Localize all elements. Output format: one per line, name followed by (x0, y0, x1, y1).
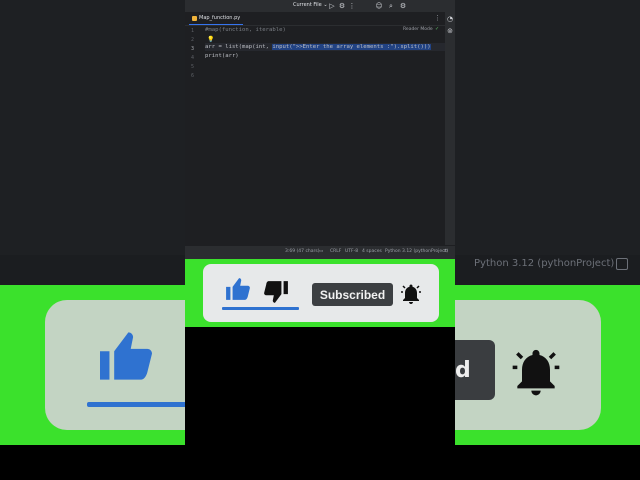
more-icon[interactable]: ⋮ (348, 2, 356, 10)
line-ending[interactable]: CRLF (330, 249, 341, 254)
line-number: 2 (191, 37, 195, 43)
status-bar: 3:69 (47 chars) ▭ CRLF UTF-8 4 spaces Py… (185, 245, 455, 259)
bg-left-panel (0, 0, 185, 255)
run-icon[interactable]: ▷ (328, 2, 336, 10)
bg-right-panel (455, 0, 640, 255)
file-encoding[interactable]: UTF-8 (345, 249, 358, 254)
indent-setting[interactable]: 4 spaces (362, 249, 382, 254)
plugins-icon[interactable]: ⊚ (446, 27, 454, 35)
settings-icon[interactable]: ⚙ (399, 2, 407, 10)
thumbs-up-icon[interactable] (225, 277, 251, 301)
subscribed-button[interactable]: Subscribed (312, 283, 393, 306)
notifications-icon[interactable]: ◔ (446, 15, 454, 23)
line-number: 1 (191, 28, 195, 34)
bg-bell-icon (512, 349, 560, 396)
tab-label: Map_function.py (199, 15, 241, 21)
run-config-selector[interactable]: Current File ⌄ (293, 2, 328, 8)
bg-subscribed-button: d (455, 340, 495, 400)
code-text: arr = list(map(int, (205, 44, 273, 50)
inspection-ok-icon[interactable]: ✓ (435, 26, 439, 32)
line-number: 5 (191, 64, 195, 70)
bell-icon[interactable] (399, 281, 423, 307)
line-number: 6 (191, 73, 195, 79)
like-underline (222, 307, 299, 310)
video-frame: Current File ⌄ ▷ ⚙ ⋮ ☺ ⌕ ⚙ Map_function.… (185, 0, 455, 480)
code-line-4[interactable]: print(arr) (205, 53, 239, 59)
lock-icon[interactable]: ⊡ (444, 249, 448, 254)
caret-position[interactable]: 3:69 (47 chars) (285, 249, 319, 254)
ide-toolbar: Current File ⌄ ▷ ⚙ ⋮ ☺ ⌕ ⚙ (185, 0, 455, 12)
ide-window: Current File ⌄ ▷ ⚙ ⋮ ☺ ⌕ ⚙ Map_function.… (185, 0, 455, 259)
python-file-icon (192, 15, 197, 21)
code-comment: #map(function, iterable) (205, 27, 286, 33)
editor-tabs: Map_function.py (185, 12, 445, 26)
bg-lock-icon (616, 258, 628, 270)
bg-thumbs-up-icon (100, 332, 152, 380)
status-sep-icon: ▭ (319, 249, 324, 254)
code-line-1[interactable]: #map(function, iterable) (205, 27, 286, 33)
line-number: 3 (191, 46, 195, 52)
selected-code: input(">>Enter the array elements :").sp… (272, 44, 431, 50)
bg-interpreter-text: Python 3.12 (pythonProject) (474, 258, 615, 269)
code-text: print(arr) (205, 53, 239, 59)
python-interpreter[interactable]: Python 3.12 (pythonProject) (385, 249, 448, 254)
tab-map-function[interactable]: Map_function.py (189, 12, 243, 25)
lightbulb-icon[interactable]: 💡 (207, 36, 214, 43)
user-icon[interactable]: ☺ (375, 2, 383, 10)
code-line-3[interactable]: arr = list(map(int, input(">>Enter the a… (205, 44, 431, 50)
bg-like-underline (87, 402, 187, 407)
reader-mode-toggle[interactable]: Reader Mode (403, 27, 433, 32)
thumbs-down-icon[interactable] (263, 280, 289, 304)
search-icon[interactable]: ⌕ (387, 2, 395, 10)
line-number-gutter: 1 2 3 4 5 6 (185, 25, 205, 245)
tab-menu-icon[interactable]: ⋮ (434, 14, 441, 22)
line-number: 4 (191, 55, 195, 61)
right-tool-strip: ◔ ⊚ (445, 12, 455, 258)
debug-icon[interactable]: ⚙ (338, 2, 346, 10)
